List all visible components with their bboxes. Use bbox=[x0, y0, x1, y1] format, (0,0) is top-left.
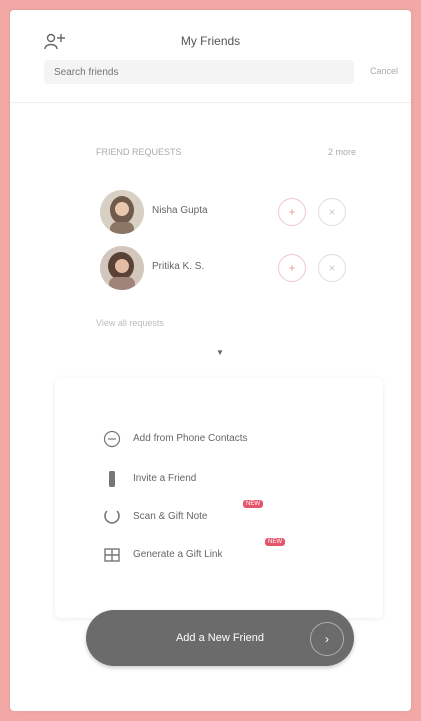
decline-request-button[interactable]: × bbox=[318, 198, 346, 226]
chevron-down-icon[interactable]: ▼ bbox=[216, 348, 224, 357]
add-friend-options-card: Add from Phone Contacts Invite a Friend … bbox=[55, 378, 383, 618]
requester-name: Pritika K. S. bbox=[152, 261, 205, 272]
app-frame: My Friends Cancel FRIEND REQUESTS 2 more… bbox=[10, 10, 411, 711]
accept-request-button[interactable]: + bbox=[278, 198, 306, 226]
section-title: FRIEND REQUESTS bbox=[96, 147, 182, 157]
accept-request-button[interactable]: + bbox=[278, 254, 306, 282]
option-label: Add from Phone Contacts bbox=[133, 433, 248, 444]
decline-request-button[interactable]: × bbox=[318, 254, 346, 282]
arrow-right-icon: › bbox=[310, 622, 344, 656]
option-label: Scan & Gift Note bbox=[133, 511, 208, 522]
search-input[interactable] bbox=[44, 60, 354, 84]
avatar bbox=[100, 190, 144, 234]
scan-icon bbox=[104, 510, 120, 524]
new-badge: NEW bbox=[243, 500, 263, 508]
gift-link-icon bbox=[104, 548, 120, 562]
add-new-friend-button[interactable]: Add a New Friend › bbox=[86, 610, 354, 666]
option-label: Invite a Friend bbox=[133, 473, 197, 484]
page-title: My Friends bbox=[180, 34, 241, 48]
requester-name: Nisha Gupta bbox=[152, 205, 208, 216]
header: My Friends Cancel bbox=[10, 10, 411, 103]
friend-request-row: Nisha Gupta + × bbox=[100, 190, 360, 234]
avatar bbox=[100, 246, 144, 290]
phone-icon bbox=[109, 471, 115, 487]
option-label: Generate a Gift Link bbox=[133, 549, 223, 560]
friend-request-row: Pritika K. S. + × bbox=[100, 246, 360, 290]
view-all-requests-link[interactable]: View all requests bbox=[96, 318, 164, 328]
contacts-icon bbox=[103, 430, 121, 448]
more-requests-link[interactable]: 2 more bbox=[328, 147, 356, 157]
new-badge: NEW bbox=[265, 538, 285, 546]
cta-label: Add a New Friend bbox=[175, 632, 265, 644]
search-cancel-link[interactable]: Cancel bbox=[370, 66, 398, 76]
friend-requests-heading: FRIEND REQUESTS 2 more bbox=[96, 147, 356, 157]
